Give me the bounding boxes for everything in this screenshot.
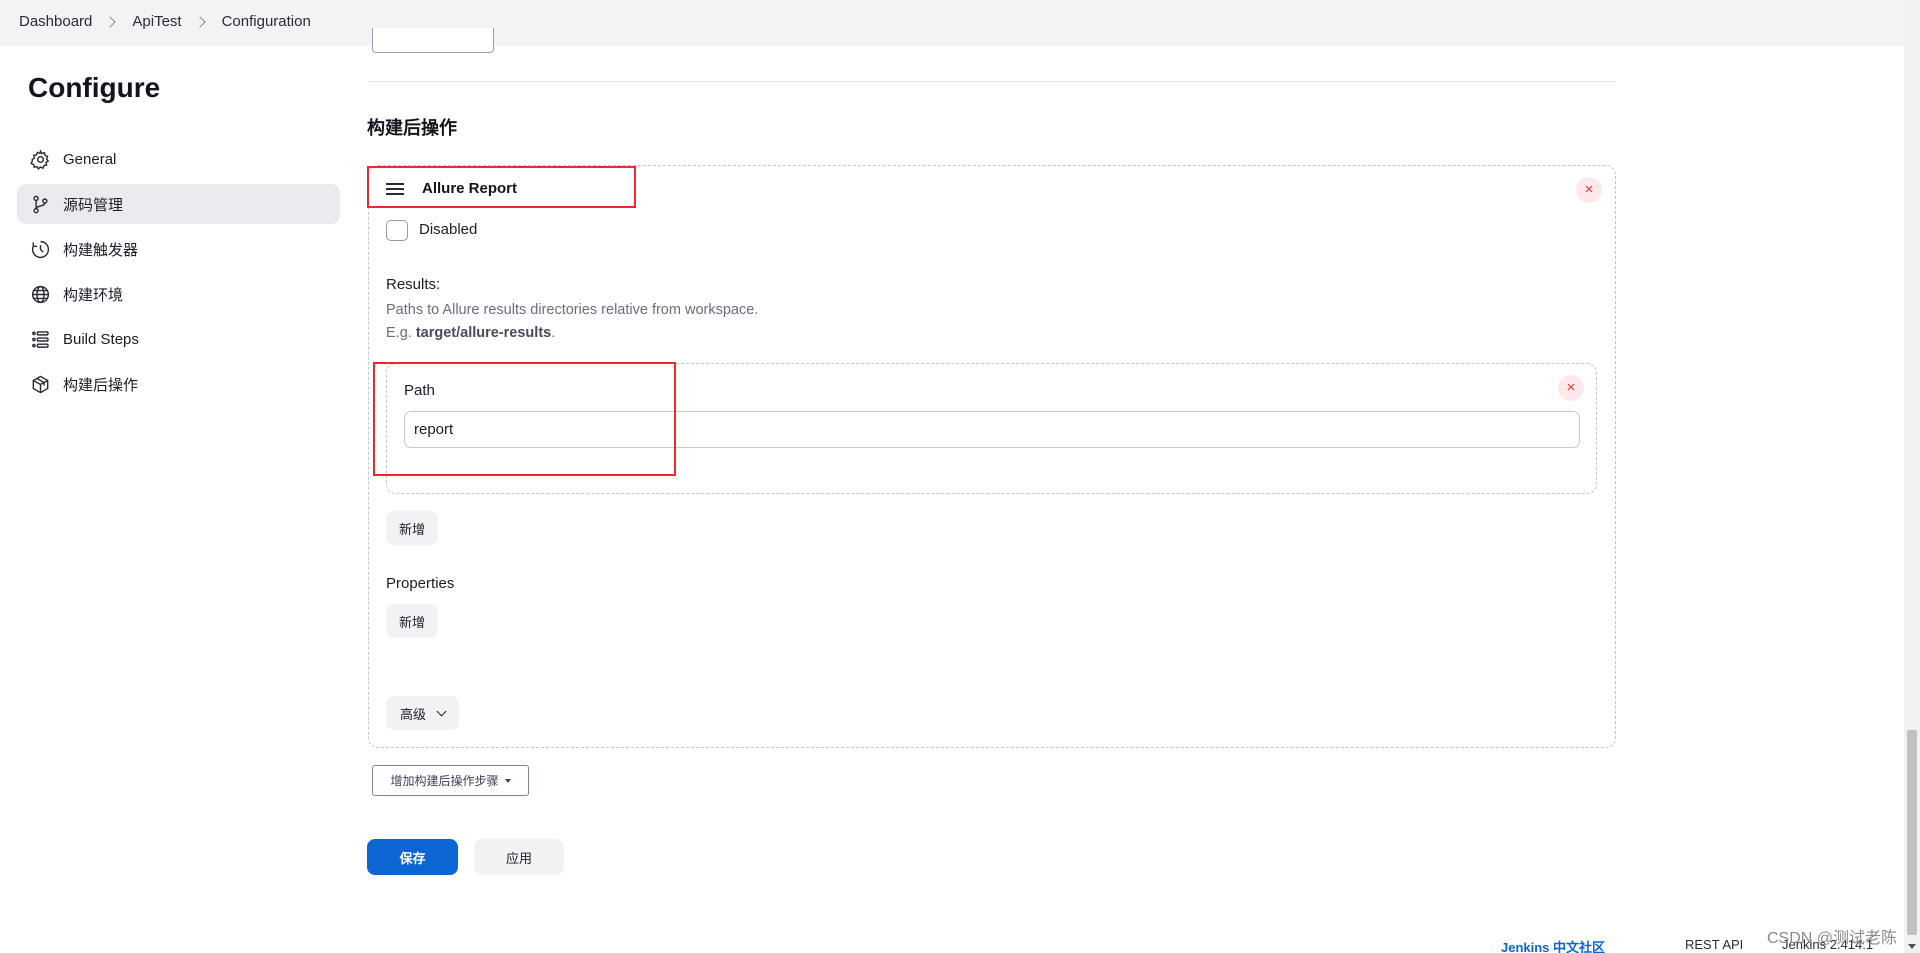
sidebar-item-label: General bbox=[63, 150, 117, 168]
sidebar-item-label: 构建触发器 bbox=[63, 241, 139, 259]
footer-community-link[interactable]: Jenkins 中文社区 bbox=[1501, 937, 1605, 953]
scrollbar[interactable] bbox=[1904, 0, 1920, 953]
breadcrumb: Dashboard ApiTest Configuration bbox=[19, 13, 311, 30]
list-icon bbox=[29, 328, 51, 350]
sidebar-item-label: 构建后操作 bbox=[63, 376, 139, 394]
sidebar-item-scm[interactable]: 源码管理 bbox=[17, 184, 340, 224]
watermark: CSDN @测试老陈 bbox=[1767, 930, 1898, 947]
sidebar-item-label: Build Steps bbox=[63, 330, 139, 348]
disabled-checkbox[interactable] bbox=[386, 220, 408, 241]
scroll-down-arrow-icon[interactable] bbox=[1908, 944, 1916, 949]
sidebar-item-environment[interactable]: 构建环境 bbox=[17, 274, 340, 314]
results-help-text: Paths to Allure results directories rela… bbox=[386, 302, 759, 318]
section-title: 构建后操作 bbox=[367, 118, 457, 138]
chevron-down-icon bbox=[436, 706, 447, 716]
remove-step-button[interactable]: × bbox=[1576, 177, 1602, 203]
partially-hidden-button[interactable] bbox=[372, 28, 494, 53]
breadcrumb-dashboard[interactable]: Dashboard bbox=[19, 13, 92, 30]
results-help-example: E.g. target/allure-results. bbox=[386, 325, 556, 341]
save-button[interactable]: 保存 bbox=[367, 839, 458, 875]
properties-label: Properties bbox=[386, 575, 455, 592]
globe-icon bbox=[29, 283, 51, 305]
gear-icon bbox=[29, 148, 51, 170]
top-bar: Dashboard ApiTest Configuration bbox=[0, 0, 1904, 46]
disabled-label: Disabled bbox=[419, 221, 478, 238]
scrollbar-thumb[interactable] bbox=[1907, 730, 1917, 935]
sidebar-item-triggers[interactable]: 构建触发器 bbox=[17, 229, 340, 269]
breadcrumb-apitest[interactable]: ApiTest bbox=[132, 13, 181, 30]
apply-button[interactable]: 应用 bbox=[474, 839, 564, 875]
sidebar-item-build-steps[interactable]: Build Steps bbox=[17, 319, 340, 359]
clock-icon bbox=[29, 238, 51, 260]
advanced-button[interactable]: 高级 bbox=[386, 696, 460, 730]
annotation-box bbox=[367, 166, 636, 208]
section-divider bbox=[368, 81, 1616, 82]
sidebar-nav: General 源码管理 构建触发器 构建环境 Build Steps 构建后操… bbox=[17, 139, 340, 409]
sidebar-item-label: 源码管理 bbox=[63, 196, 124, 214]
branch-icon bbox=[29, 193, 51, 215]
breadcrumb-configuration[interactable]: Configuration bbox=[222, 13, 311, 30]
sidebar-item-general[interactable]: General bbox=[17, 139, 340, 179]
results-label: Results: bbox=[386, 276, 441, 293]
add-post-build-step-button[interactable]: 增加构建后操作步骤 bbox=[372, 765, 529, 796]
sidebar-item-label: 构建环境 bbox=[63, 286, 124, 304]
footer-rest-api-link[interactable]: REST API bbox=[1685, 937, 1743, 952]
remove-path-button[interactable]: × bbox=[1558, 375, 1584, 401]
package-icon bbox=[29, 373, 51, 395]
add-property-button[interactable]: 新增 bbox=[386, 604, 439, 638]
annotation-box bbox=[373, 362, 676, 476]
sidebar-item-post-build[interactable]: 构建后操作 bbox=[17, 364, 340, 404]
chevron-right-icon bbox=[104, 15, 117, 28]
dropdown-caret-icon bbox=[504, 778, 511, 783]
chevron-right-icon bbox=[193, 15, 206, 28]
page-title: Configure bbox=[28, 72, 161, 103]
add-path-button[interactable]: 新增 bbox=[386, 511, 439, 545]
